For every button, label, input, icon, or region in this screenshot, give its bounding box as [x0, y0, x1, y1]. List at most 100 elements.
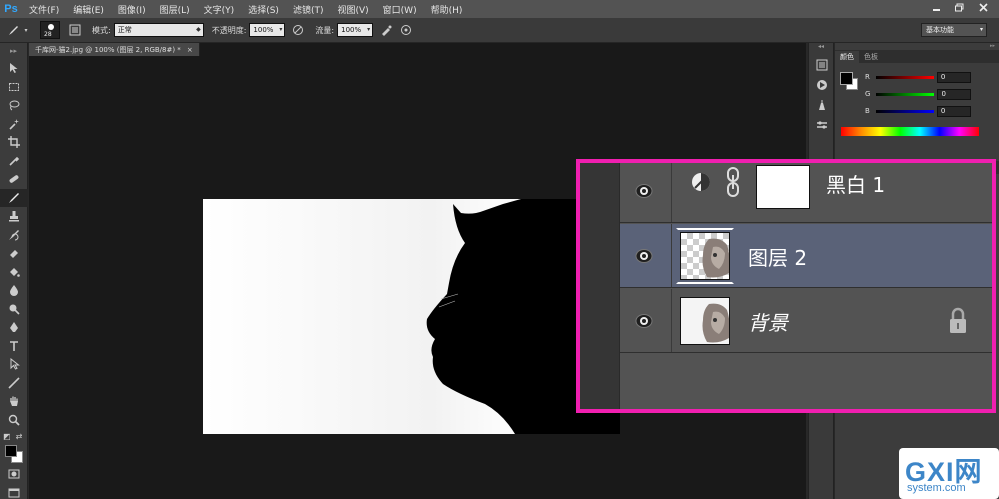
paint-bucket-tool-icon[interactable] — [0, 263, 28, 282]
layer-name: 背景 — [748, 311, 788, 335]
dodge-tool-icon[interactable] — [0, 300, 28, 319]
magic-wand-tool-icon[interactable] — [0, 115, 28, 134]
clone-stamp-tool-icon[interactable] — [0, 207, 28, 226]
brush-preset-picker[interactable]: 28 — [40, 21, 60, 39]
visibility-eye-icon[interactable] — [634, 183, 654, 199]
blue-label: B — [865, 107, 870, 115]
green-value[interactable]: 0 — [937, 88, 972, 100]
layer-mask-thumbnail[interactable] — [756, 165, 810, 209]
green-slider[interactable] — [876, 92, 935, 96]
eyedropper-tool-icon[interactable] — [0, 152, 28, 171]
hand-tool-icon[interactable] — [0, 392, 28, 411]
layer-name: 图层 2 — [748, 246, 808, 270]
watermark-sub-text: system.com — [907, 482, 966, 494]
dock-collapse-icon[interactable]: ▸▸ — [835, 43, 999, 50]
brush-presets-icon[interactable] — [809, 115, 835, 135]
history-panel-icon[interactable] — [809, 55, 835, 75]
visibility-eye-icon[interactable] — [634, 248, 654, 264]
healing-brush-tool-icon[interactable] — [0, 170, 28, 189]
brush-tool-icon[interactable] — [0, 188, 28, 207]
line-tool-icon[interactable] — [0, 374, 28, 393]
color-panel-tabs: 颜色 色板 — [835, 50, 999, 63]
column-divider — [671, 289, 672, 352]
quick-mask-icon[interactable] — [0, 465, 28, 484]
brush-size-value: 28 — [44, 31, 52, 38]
blur-tool-icon[interactable] — [0, 281, 28, 300]
adjustment-layer-icon — [692, 173, 710, 191]
pressure-size-icon[interactable] — [399, 23, 413, 37]
eraser-tool-icon[interactable] — [0, 244, 28, 263]
red-channel-row: R 0 — [865, 71, 971, 83]
menu-file[interactable]: 文件(F) — [22, 3, 66, 16]
menu-select[interactable]: 选择(S) — [241, 3, 286, 16]
red-slider[interactable] — [875, 75, 934, 79]
tab-swatches[interactable]: 色板 — [859, 51, 883, 63]
menu-edit[interactable]: 编辑(E) — [66, 3, 111, 16]
pressure-opacity-icon[interactable] — [291, 23, 305, 37]
color-swatches[interactable] — [0, 443, 27, 465]
menu-filter[interactable]: 滤镜(T) — [286, 3, 331, 16]
minimize-icon[interactable] — [925, 0, 948, 15]
flow-field[interactable]: 100% ▾ — [337, 23, 374, 37]
airbrush-icon[interactable] — [379, 23, 393, 37]
menu-window[interactable]: 窗口(W) — [376, 3, 424, 16]
layer-row-layer-2[interactable]: 图层 2 — [620, 224, 992, 288]
selection-frame — [676, 228, 734, 284]
workspace-switcher[interactable]: 基本功能 ▾ — [921, 23, 987, 37]
path-selection-tool-icon[interactable] — [0, 355, 28, 374]
color-swap-controls[interactable]: ◩ ⇄ — [0, 429, 27, 443]
move-tool-icon[interactable] — [0, 59, 28, 78]
cat-silhouette-image — [203, 199, 620, 434]
menu-layer[interactable]: 图层(L) — [153, 3, 197, 16]
opacity-label: 不透明度: — [211, 25, 247, 35]
lock-icon[interactable] — [948, 307, 968, 335]
image-canvas[interactable] — [203, 199, 620, 434]
close-tab-icon[interactable]: × — [187, 46, 193, 54]
history-brush-tool-icon[interactable] — [0, 226, 28, 245]
blue-slider[interactable] — [875, 109, 934, 113]
layers-panel-zoom-highlight: 黑白 1 图层 2 背景 — [576, 159, 996, 413]
opacity-field[interactable]: 100% ▾ — [249, 23, 286, 37]
menu-view[interactable]: 视图(V) — [330, 3, 375, 16]
layer-name: 黑白 1 — [826, 173, 886, 197]
menu-image[interactable]: 图像(I) — [111, 3, 153, 16]
layer-row-black-white[interactable]: 黑白 1 — [620, 163, 992, 223]
restore-icon[interactable] — [948, 0, 971, 15]
blue-value[interactable]: 0 — [936, 105, 971, 117]
panel-collapse-icon[interactable]: ▸▸ — [0, 43, 27, 59]
document-tab[interactable]: 千库网-猫2.jpg @ 100% (图层 2, RGB/8#) * × — [29, 43, 200, 56]
actions-panel-icon[interactable] — [809, 75, 835, 95]
red-value[interactable]: 0 — [936, 71, 971, 83]
brush-tool-icon[interactable] — [6, 23, 20, 37]
layer-row-background[interactable]: 背景 — [620, 289, 992, 353]
visibility-eye-icon[interactable] — [634, 313, 654, 329]
close-window-icon[interactable] — [972, 0, 995, 15]
foreground-color-chip[interactable] — [840, 72, 853, 85]
tool-presets-icon[interactable] — [809, 95, 835, 115]
lasso-tool-icon[interactable] — [0, 96, 28, 115]
crop-tool-icon[interactable] — [0, 133, 28, 152]
default-colors-icon[interactable]: ◩ — [3, 432, 11, 441]
screen-mode-icon[interactable] — [0, 484, 28, 499]
layer-thumbnail[interactable] — [680, 297, 730, 345]
panel-collapse-icon[interactable]: ◂◂ — [809, 43, 833, 55]
pen-tool-icon[interactable] — [0, 318, 28, 337]
marquee-tool-icon[interactable] — [0, 78, 28, 97]
color-spectrum-bar[interactable] — [841, 127, 979, 136]
type-tool-icon[interactable] — [0, 337, 28, 356]
opacity-value: 100% — [253, 26, 274, 34]
swap-colors-icon[interactable]: ⇄ — [16, 432, 23, 441]
brush-panel-toggle-icon[interactable] — [68, 23, 82, 37]
zoom-tool-icon[interactable] — [0, 411, 28, 430]
green-channel-row: G 0 — [865, 88, 972, 100]
menu-type[interactable]: 文字(Y) — [197, 3, 242, 16]
chevron-down-icon[interactable]: ▾ — [22, 23, 30, 37]
chain-link-icon[interactable] — [726, 167, 740, 197]
mode-dropdown[interactable]: 正常 ◆ — [113, 23, 204, 37]
menu-help[interactable]: 帮助(H) — [424, 3, 470, 16]
foreground-color-swatch[interactable] — [5, 445, 17, 457]
tab-color[interactable]: 颜色 — [835, 51, 859, 63]
workspace-value: 基本功能 — [926, 26, 954, 34]
document-title: 千库网-猫2.jpg @ 100% (图层 2, RGB/8#) * — [35, 45, 181, 54]
green-label: G — [865, 90, 871, 98]
